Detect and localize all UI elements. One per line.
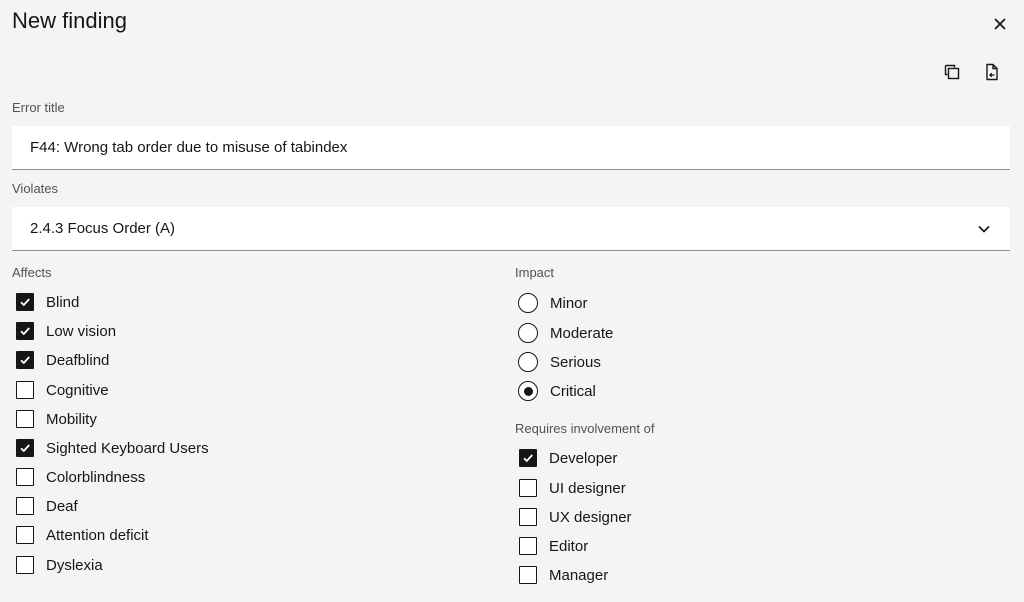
affects-option-attention-deficit[interactable]: Attention deficit xyxy=(16,524,149,546)
involvement-label: Requires involvement of xyxy=(515,421,655,436)
affects-option-label: Attention deficit xyxy=(46,526,149,544)
checkbox[interactable] xyxy=(16,439,34,457)
chevron-down-icon xyxy=(978,225,990,233)
radio-button[interactable] xyxy=(518,381,538,401)
checkbox[interactable] xyxy=(16,556,34,574)
involvement-option-manager[interactable]: Manager xyxy=(519,564,608,586)
checkbox[interactable] xyxy=(16,381,34,399)
checkbox[interactable] xyxy=(16,293,34,311)
affects-option-dyslexia[interactable]: Dyslexia xyxy=(16,554,103,576)
affects-option-colorblindness[interactable]: Colorblindness xyxy=(16,466,145,488)
affects-option-label: Mobility xyxy=(46,410,97,428)
violates-value: 2.4.3 Focus Order (A) xyxy=(30,220,176,237)
affects-option-label: Cognitive xyxy=(46,381,109,399)
checkbox[interactable] xyxy=(16,351,34,369)
impact-option-label: Minor xyxy=(550,294,588,312)
affects-option-blind[interactable]: Blind xyxy=(16,291,79,313)
affects-option-label: Colorblindness xyxy=(46,468,146,486)
checkmark-icon xyxy=(20,298,30,307)
violates-label: Violates xyxy=(12,181,59,196)
paste-icon xyxy=(986,63,998,81)
radio-button[interactable] xyxy=(518,293,538,313)
involvement-option-ui-designer[interactable]: UI designer xyxy=(519,477,626,499)
checkbox[interactable] xyxy=(519,449,537,467)
impact-option-minor[interactable]: Minor xyxy=(518,292,588,314)
impact-option-critical[interactable]: Critical xyxy=(518,380,596,402)
affects-option-cognitive[interactable]: Cognitive xyxy=(16,379,109,401)
affects-option-label: Blind xyxy=(46,293,80,311)
affects-option-sighted-keyboard-users[interactable]: Sighted Keyboard Users xyxy=(16,437,209,459)
affects-option-label: Low vision xyxy=(46,322,117,340)
checkbox[interactable] xyxy=(519,508,537,526)
affects-option-deaf[interactable]: Deaf xyxy=(16,495,78,517)
affects-option-label: Sighted Keyboard Users xyxy=(46,439,209,457)
involvement-option-label: Developer xyxy=(549,449,618,467)
involvement-option-developer[interactable]: Developer xyxy=(519,447,617,469)
checkbox[interactable] xyxy=(16,410,34,428)
involvement-option-ux-designer[interactable]: UX designer xyxy=(519,506,632,528)
affects-option-low-vision[interactable]: Low vision xyxy=(16,320,116,342)
copy-icon xyxy=(944,64,960,80)
radio-button[interactable] xyxy=(518,323,538,343)
affects-option-label: Dyslexia xyxy=(46,556,103,574)
checkbox[interactable] xyxy=(16,526,34,544)
radio-button[interactable] xyxy=(518,352,538,372)
close-icon xyxy=(994,18,1006,30)
checkbox[interactable] xyxy=(16,497,34,515)
copy-button[interactable] xyxy=(940,60,964,84)
paste-button[interactable] xyxy=(980,60,1004,84)
involvement-option-label: Editor xyxy=(549,537,589,555)
violates-select[interactable]: 2.4.3 Focus Order (A) xyxy=(12,207,1010,251)
affects-option-deafblind[interactable]: Deafblind xyxy=(16,349,109,371)
involvement-option-editor[interactable]: Editor xyxy=(519,535,588,557)
error-title-input[interactable] xyxy=(12,126,1010,170)
involvement-option-label: UX designer xyxy=(549,508,632,526)
impact-label: Impact xyxy=(515,265,555,280)
close-button[interactable] xyxy=(988,12,1012,36)
checkmark-icon xyxy=(523,454,533,463)
affects-option-label: Deaf xyxy=(46,497,78,515)
impact-option-serious[interactable]: Serious xyxy=(518,351,601,373)
checkbox[interactable] xyxy=(519,537,537,555)
error-title-label: Error title xyxy=(12,100,65,115)
checkbox[interactable] xyxy=(16,322,34,340)
impact-option-label: Moderate xyxy=(550,324,614,342)
impact-option-label: Critical xyxy=(550,382,596,400)
affects-label: Affects xyxy=(12,265,52,280)
radio-dot xyxy=(523,386,533,396)
checkmark-icon xyxy=(20,327,30,336)
impact-option-label: Serious xyxy=(550,353,601,371)
page-title: New finding xyxy=(12,8,127,33)
impact-option-moderate[interactable]: Moderate xyxy=(518,322,613,344)
involvement-option-label: Manager xyxy=(549,566,609,584)
checkmark-icon xyxy=(20,356,30,365)
affects-option-label: Deafblind xyxy=(46,351,110,369)
checkbox[interactable] xyxy=(16,468,34,486)
checkbox[interactable] xyxy=(519,479,537,497)
affects-option-mobility[interactable]: Mobility xyxy=(16,408,97,430)
involvement-option-label: UI designer xyxy=(549,479,626,497)
checkbox[interactable] xyxy=(519,566,537,584)
checkmark-icon xyxy=(20,444,30,453)
